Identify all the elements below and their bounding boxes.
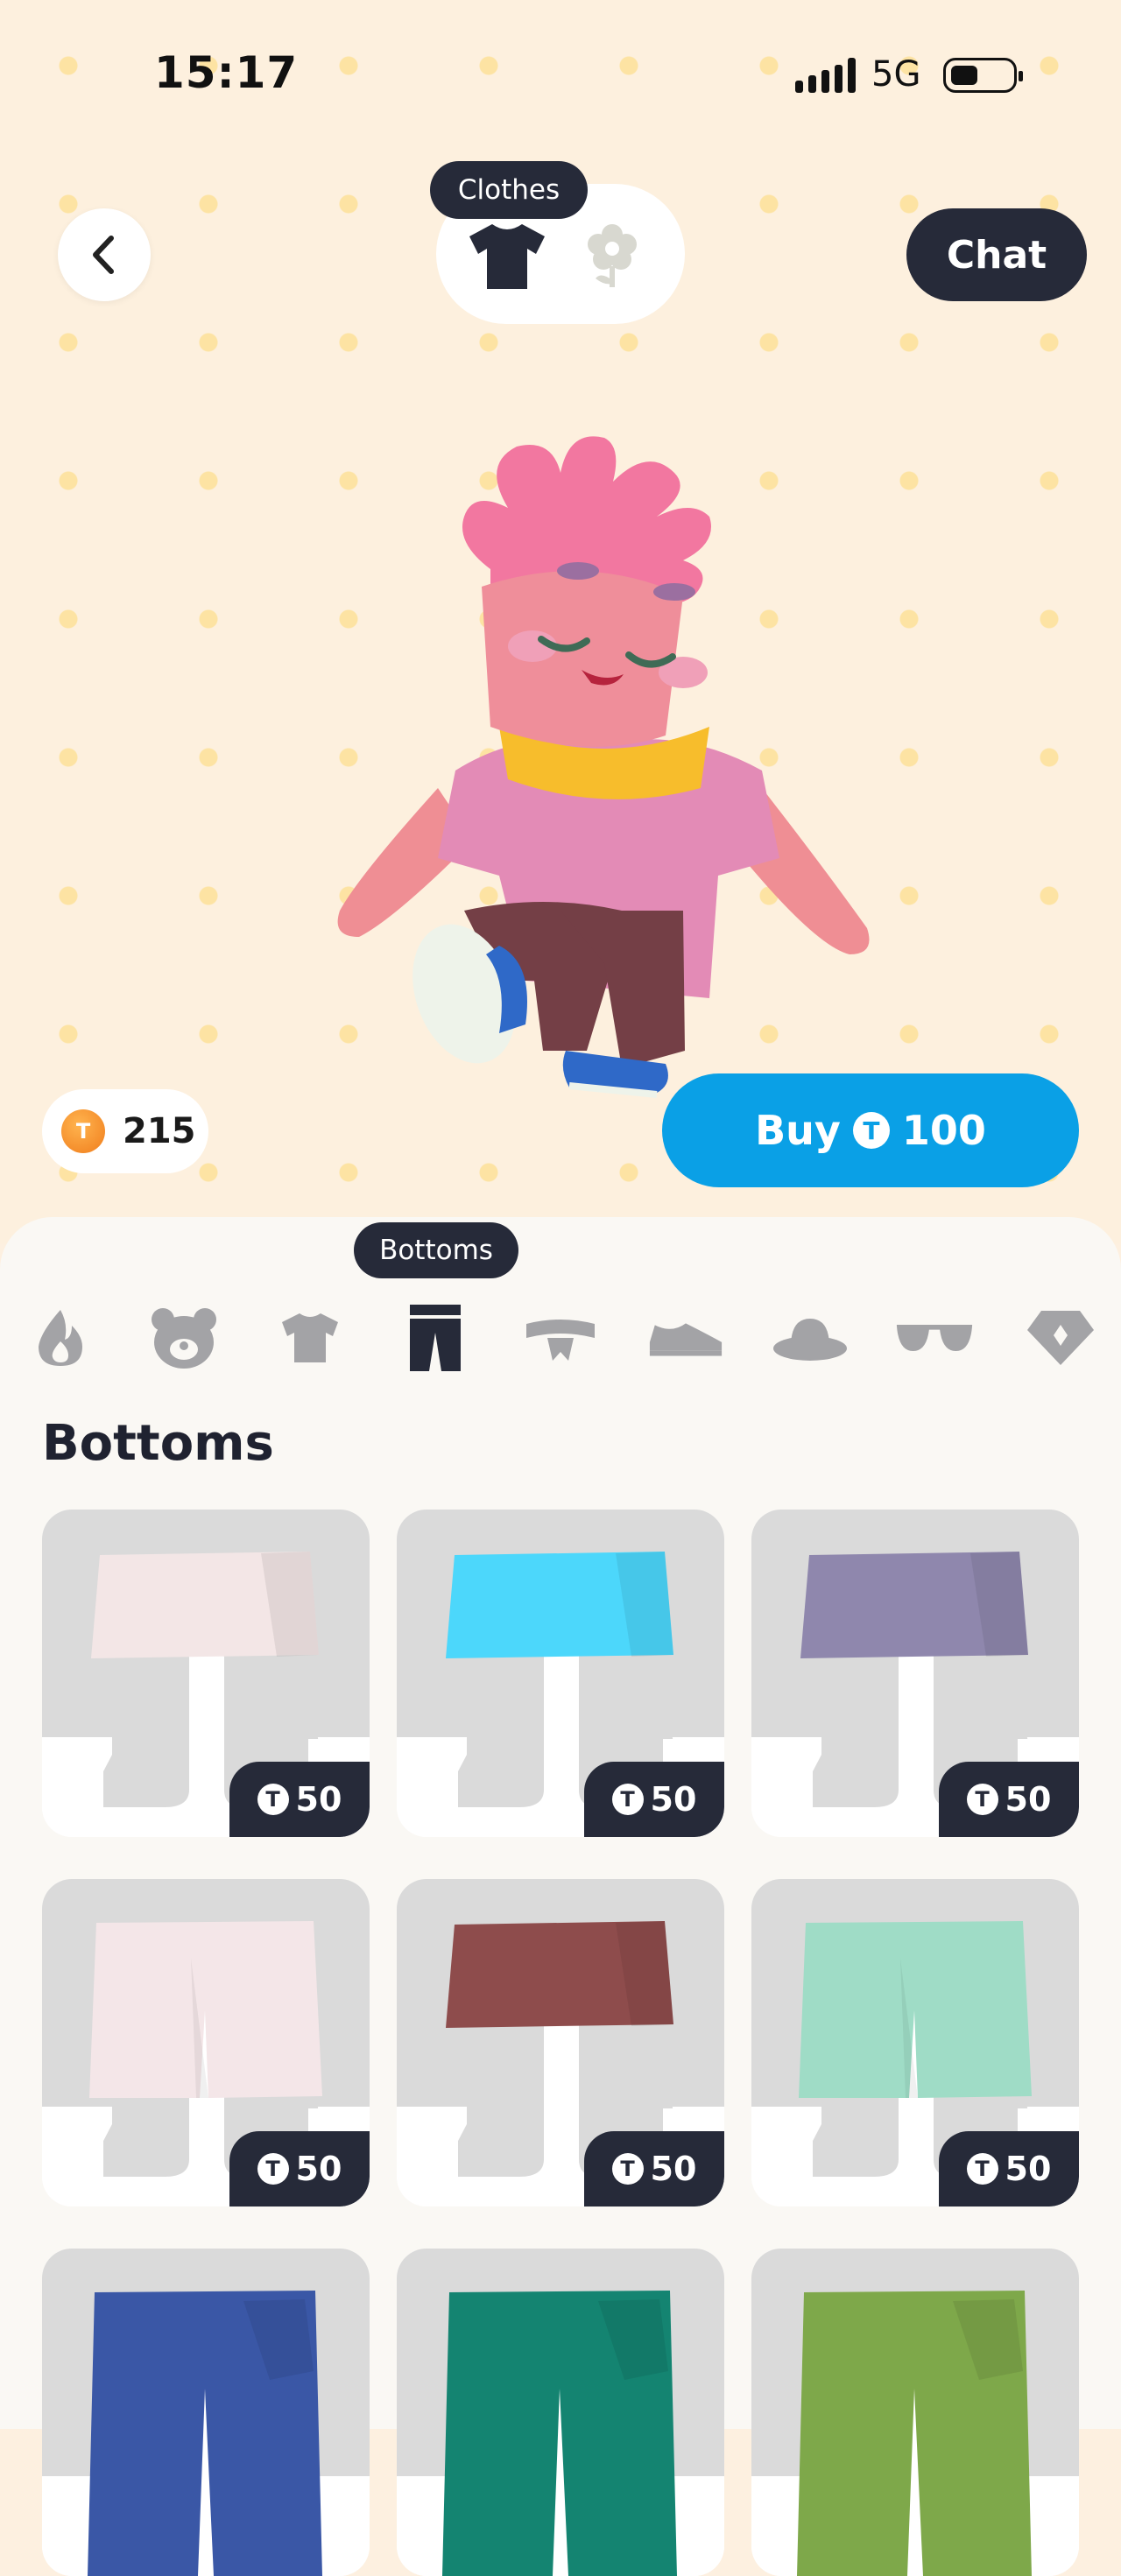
item-price-value: 50 [295, 2150, 342, 2188]
item-price-value: 50 [1005, 1780, 1052, 1819]
item-card[interactable]: T 50 [751, 1510, 1079, 1837]
item-price: T 50 [229, 2131, 370, 2206]
battery-icon [943, 58, 1023, 93]
item-card[interactable] [397, 2249, 724, 2576]
item-price-value: 50 [1005, 2150, 1052, 2188]
trending-icon[interactable] [21, 1303, 100, 1373]
belt-icon[interactable] [521, 1303, 600, 1373]
network-type: 5G [871, 54, 921, 95]
shoe-icon[interactable] [646, 1303, 725, 1373]
item-preview [751, 2249, 1079, 2576]
item-price: T 50 [584, 2131, 724, 2206]
item-preview [397, 2249, 724, 2576]
item-card[interactable]: T 50 [397, 1879, 724, 2206]
signal-icon [795, 58, 856, 93]
item-card[interactable] [751, 2249, 1079, 2576]
avatar [324, 420, 885, 1130]
item-price-value: 50 [650, 2150, 697, 2188]
coin-icon: T [61, 1109, 105, 1153]
back-button[interactable] [58, 208, 151, 301]
pants-icon[interactable] [396, 1303, 475, 1373]
item-preview [42, 2249, 370, 2576]
tag-icon[interactable] [1021, 1303, 1100, 1373]
bear-icon[interactable] [145, 1303, 223, 1373]
coin-count: 215 [123, 1111, 196, 1151]
item-card[interactable]: T 50 [42, 1879, 370, 2206]
tshirt-icon[interactable] [466, 221, 548, 296]
item-price: T 50 [584, 1762, 724, 1837]
item-card[interactable]: T 50 [397, 1510, 724, 1837]
flower-icon[interactable] [582, 221, 643, 294]
item-price: T 50 [939, 1762, 1079, 1837]
hat-icon[interactable] [771, 1303, 850, 1373]
item-price: T 50 [229, 1762, 370, 1837]
coin-icon: T [611, 1784, 644, 1815]
coin-icon: T [611, 2153, 644, 2185]
item-card[interactable] [42, 2249, 370, 2576]
coin-icon: T [966, 1784, 998, 1815]
status-time: 15:17 [154, 47, 299, 98]
glasses-icon[interactable] [895, 1303, 974, 1373]
coin-icon: T [257, 2153, 289, 2185]
coin-balance: T 215 [42, 1089, 208, 1173]
item-card[interactable]: T 50 [42, 1510, 370, 1837]
coin-icon: T [257, 1784, 289, 1815]
mode-tooltip: Clothes [430, 161, 588, 219]
category-tooltip: Bottoms [354, 1222, 518, 1278]
item-card[interactable]: T 50 [751, 1879, 1079, 2206]
buy-label: Buy [755, 1107, 841, 1154]
item-price-value: 50 [295, 1780, 342, 1819]
buy-price: 100 [901, 1107, 986, 1154]
chat-button[interactable]: Chat [906, 208, 1087, 301]
buy-button[interactable]: Buy T 100 [662, 1073, 1079, 1187]
tshirt-icon[interactable] [271, 1303, 349, 1373]
coin-icon: T [852, 1112, 890, 1149]
coin-icon: T [966, 2153, 998, 2185]
section-title: Bottoms [42, 1415, 274, 1472]
chevron-left-icon [93, 236, 114, 274]
item-price-value: 50 [650, 1780, 697, 1819]
item-price: T 50 [939, 2131, 1079, 2206]
